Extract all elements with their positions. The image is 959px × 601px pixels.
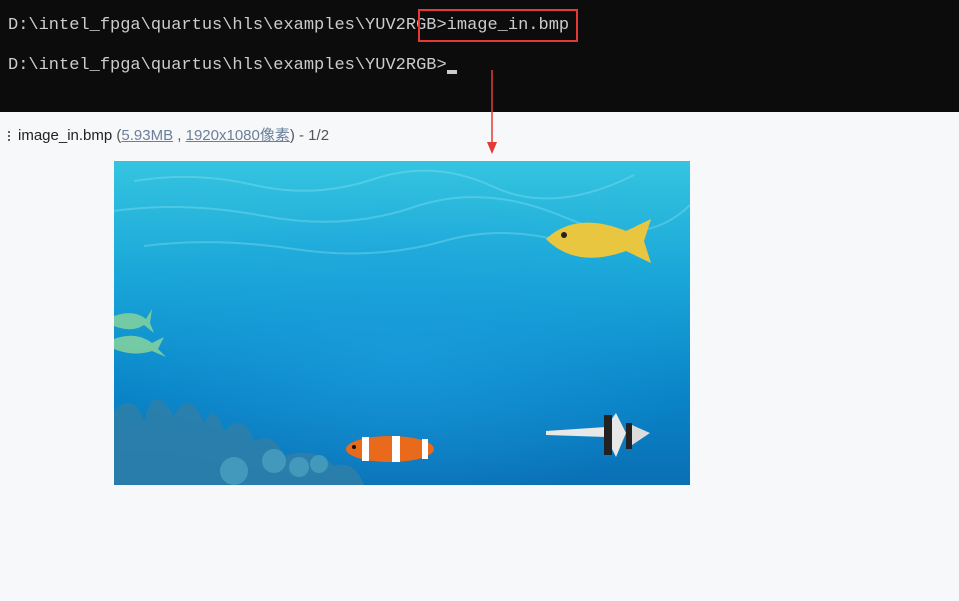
terminal-cursor — [446, 70, 457, 74]
meta-separator: , — [177, 127, 182, 144]
image-counter: ) - 1/2 — [289, 127, 330, 144]
underwater-scene-image — [114, 161, 690, 485]
image-viewer-header: image_in.bmp (5.93MB , 1920x1080像素) - 1/… — [8, 124, 329, 145]
file-size-link[interactable]: 5.93MB — [121, 127, 173, 144]
terminal-window[interactable]: D:\intel_fpga\quartus\hls\examples\YUV2R… — [0, 0, 959, 112]
clownfish — [346, 436, 434, 462]
down-arrow-icon — [487, 70, 497, 154]
image-dimensions-link[interactable]: 1920x1080像素 — [186, 127, 290, 144]
terminal-line-2: D:\intel_fpga\quartus\hls\examples\YUV2R… — [8, 55, 457, 77]
annotation-highlight-box — [418, 9, 578, 42]
terminal-prompt-1: D:\intel_fpga\quartus\hls\examples\YUV2R… — [8, 16, 447, 35]
terminal-prompt-2: D:\intel_fpga\quartus\hls\examples\YUV2R… — [8, 56, 447, 75]
image-filename: image_in.bmp — [18, 127, 113, 144]
kebab-menu-icon[interactable] — [8, 129, 12, 143]
image-preview — [114, 161, 690, 485]
